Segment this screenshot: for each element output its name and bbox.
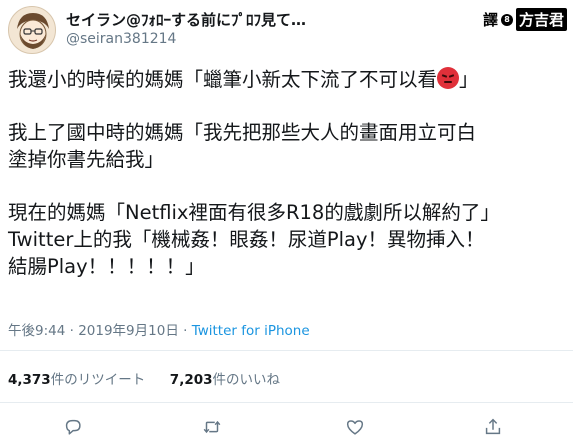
avatar[interactable] <box>8 6 56 54</box>
like-icon[interactable] <box>340 412 370 442</box>
retweet-count: 4,373 <box>8 372 51 388</box>
tweet-stats: 4,373件のリツイート 7,203件のいいね <box>8 368 280 388</box>
retweet-stat[interactable]: 4,373件のリツイート <box>8 372 145 388</box>
tweet-meta: 午後9:44 · 2019年9月10日 · Twitter for iPhone <box>8 319 310 339</box>
tweet-line-text: 我還小的時候的媽媽「蠟筆小新太下流了不可以看 <box>8 68 438 91</box>
watermark-name: 方吉君 <box>515 8 567 31</box>
translator-watermark: 譯 8 方吉君 <box>483 8 567 31</box>
reply-icon[interactable] <box>58 412 88 442</box>
tweet-line: 現在的媽媽「Netflix裡面有很多R18的戲劇所以解約了」 <box>8 201 500 224</box>
tweet-line: 我還小的時候的媽媽「蠟筆小新太下流了不可以看」 <box>8 66 566 93</box>
retweet-label: 件のリツイート <box>50 372 146 388</box>
like-stat[interactable]: 7,203件のいいね <box>170 372 280 388</box>
watermark-dot: 8 <box>500 13 513 26</box>
user-handle[interactable]: @seiran381214 <box>66 31 176 47</box>
share-icon[interactable] <box>478 412 508 442</box>
meta-separator: · <box>65 323 79 339</box>
like-count: 7,203 <box>169 372 213 388</box>
tweet-line: 我上了國中時的媽媽「我先把那些大人的畫面用立可白 <box>8 121 477 144</box>
tweet-date[interactable]: 2019年9月10日 <box>78 323 179 339</box>
tweet-text: 我還小的時候的媽媽「蠟筆小新太下流了不可以看」 我上了國中時的媽媽「我先把那些大… <box>8 66 566 280</box>
divider <box>0 350 573 351</box>
tweet-time[interactable]: 午後9:44 <box>8 323 65 339</box>
tweet-line: 結腸Play！！！！！」 <box>8 255 205 278</box>
divider <box>0 402 573 403</box>
like-label: 件のいいね <box>212 372 281 388</box>
tweet-header: セイラン@ﾌｫﾛｰする前にﾌﾟﾛﾌ見て… @seiran381214 譯 8 方… <box>0 0 573 62</box>
tweet-source-link[interactable]: Twitter for iPhone <box>192 323 310 339</box>
display-name[interactable]: セイラン@ﾌｫﾛｰする前にﾌﾟﾛﾌ見て… <box>66 9 306 30</box>
watermark-prefix: 譯 <box>482 11 498 29</box>
meta-separator: · <box>178 323 192 339</box>
tweet-line-text: 」 <box>459 68 479 91</box>
retweet-icon[interactable] <box>197 412 227 442</box>
tweet-line: Twitter上的我「機械姦！眼姦！尿道Play！異物挿入！ <box>8 228 485 251</box>
tweet-line: 塗掉你書先給我」 <box>8 148 165 171</box>
tweet-actions <box>0 412 573 442</box>
pouting-face-icon <box>437 67 460 89</box>
